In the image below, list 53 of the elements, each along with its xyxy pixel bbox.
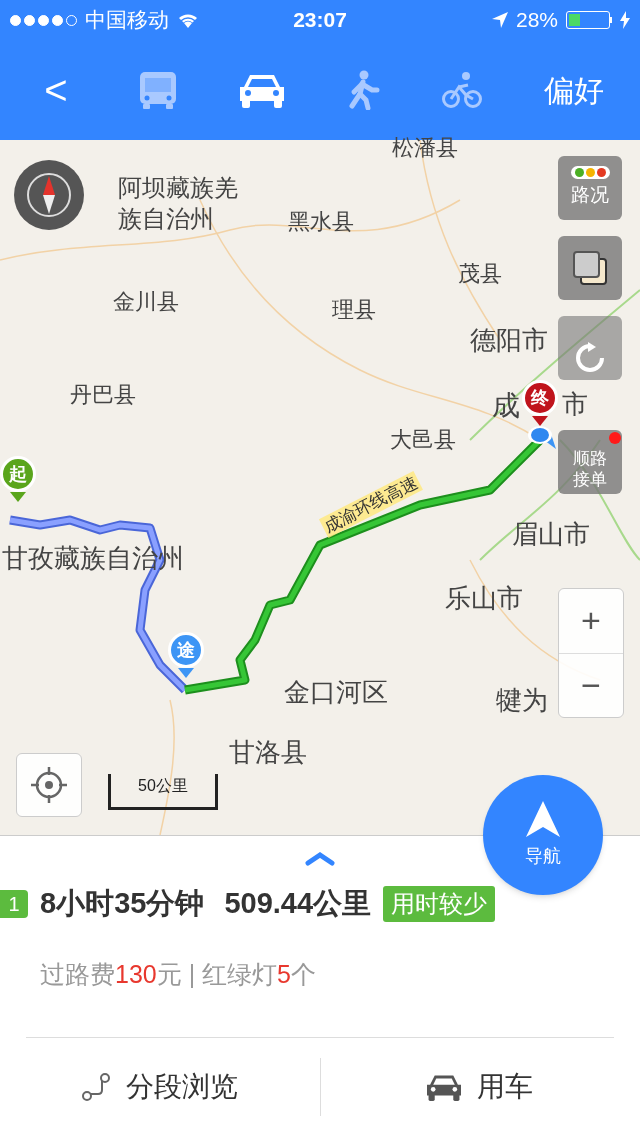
route-tag: 用时较少 — [383, 885, 496, 922]
ride-share-button[interactable]: 顺路接单 — [558, 430, 622, 494]
route-details: 过路费130元 | 红绿灯5个 — [39, 958, 317, 990]
location-arrow-icon — [491, 12, 508, 28]
locate-button[interactable] — [16, 753, 82, 817]
car-icon — [427, 1072, 462, 1102]
current-location-icon — [526, 425, 556, 449]
battery-percent: 28% — [515, 7, 558, 34]
route-index: 1 — [0, 889, 28, 918]
place-label: 甘洛县 — [229, 736, 307, 769]
place-label: 阿坝藏族羌族自治州 — [118, 173, 239, 235]
navigation-arrow-icon — [526, 800, 560, 837]
place-label: 金川县 — [113, 288, 179, 316]
chevron-up-icon[interactable] — [305, 852, 335, 866]
charging-bolt-icon — [620, 11, 630, 29]
place-label: 茂县 — [458, 260, 502, 288]
place-label: 黑水县 — [288, 208, 354, 236]
refresh-icon — [574, 342, 606, 374]
layers-button[interactable] — [558, 236, 622, 300]
walking-person-icon[interactable] — [346, 70, 380, 110]
carrier-name: 中国移动 — [85, 7, 169, 34]
traffic-button[interactable]: 路况 — [558, 156, 622, 220]
place-label: 金口河区 — [284, 676, 388, 709]
place-label: 丹巴县 — [70, 381, 136, 409]
route-distance: 509.44公里 — [224, 886, 372, 921]
place-label: 乐山市 — [445, 582, 523, 615]
place-label: 大邑县 — [390, 426, 456, 454]
layers-icon — [572, 250, 608, 286]
use-car-button[interactable]: 用车 — [427, 1058, 534, 1116]
route-duration: 8小时35分钟 — [40, 886, 205, 921]
refresh-button[interactable] — [558, 316, 622, 380]
preference-button[interactable]: 偏好 — [544, 67, 604, 113]
clock-time: 23:07 — [292, 7, 348, 34]
battery-icon — [566, 11, 612, 29]
route-nodes-icon — [81, 1073, 110, 1101]
place-label: 眉山市 — [512, 518, 590, 551]
place-label: 松潘县 — [392, 134, 458, 162]
bus-icon[interactable] — [138, 70, 178, 110]
scale-bar: 50公里 — [108, 774, 218, 810]
wifi-icon — [177, 12, 199, 28]
back-button[interactable]: < — [36, 70, 76, 110]
place-label: 德阳市 — [470, 324, 548, 357]
crosshair-icon — [31, 767, 67, 803]
segment-browse-button[interactable]: 分段浏览 — [81, 1058, 238, 1116]
zoom-in-button[interactable]: + — [559, 589, 623, 654]
place-label: 成 — [492, 389, 520, 423]
place-label: 市 — [562, 388, 588, 421]
place-label: 理县 — [332, 296, 376, 324]
compass-icon — [26, 172, 72, 218]
bicycle-icon[interactable] — [442, 71, 482, 109]
place-label: 犍为 — [496, 684, 548, 717]
traffic-light-icon — [570, 166, 610, 180]
zoom-out-button[interactable]: − — [559, 653, 623, 717]
